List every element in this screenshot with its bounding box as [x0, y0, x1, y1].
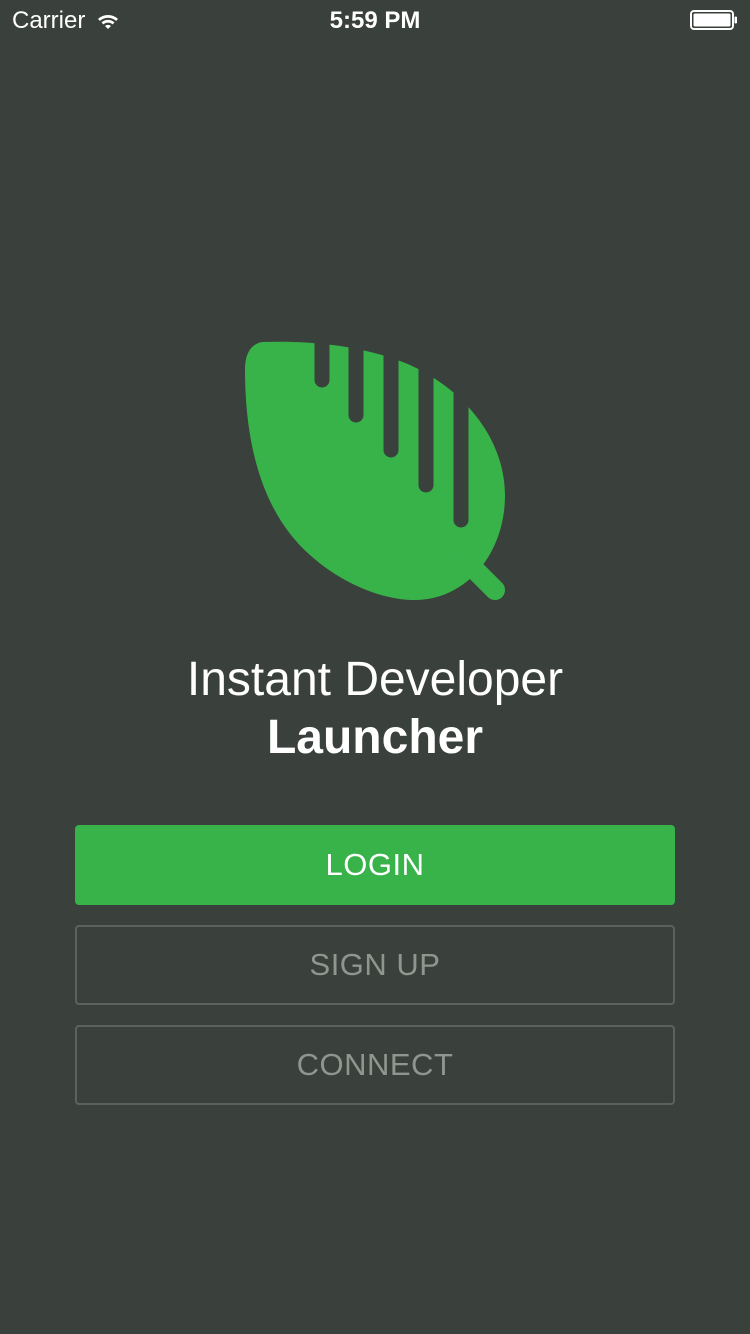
sign-up-button[interactable]: SIGN UP — [75, 925, 675, 1005]
login-button[interactable]: LOGIN — [75, 825, 675, 905]
status-time: 5:59 PM — [329, 7, 421, 34]
status-bar: Carrier 5:59 PM — [0, 0, 750, 40]
launcher-screen: Carrier 5:59 PM Instant Developer Launch… — [0, 0, 750, 1334]
app-title: Instant Developer — [186, 653, 564, 706]
leaf-logo-icon — [245, 330, 505, 600]
app-subtitle: Launcher — [266, 711, 484, 764]
battery-full-icon — [690, 10, 737, 30]
connect-button[interactable]: CONNECT — [75, 1025, 675, 1105]
